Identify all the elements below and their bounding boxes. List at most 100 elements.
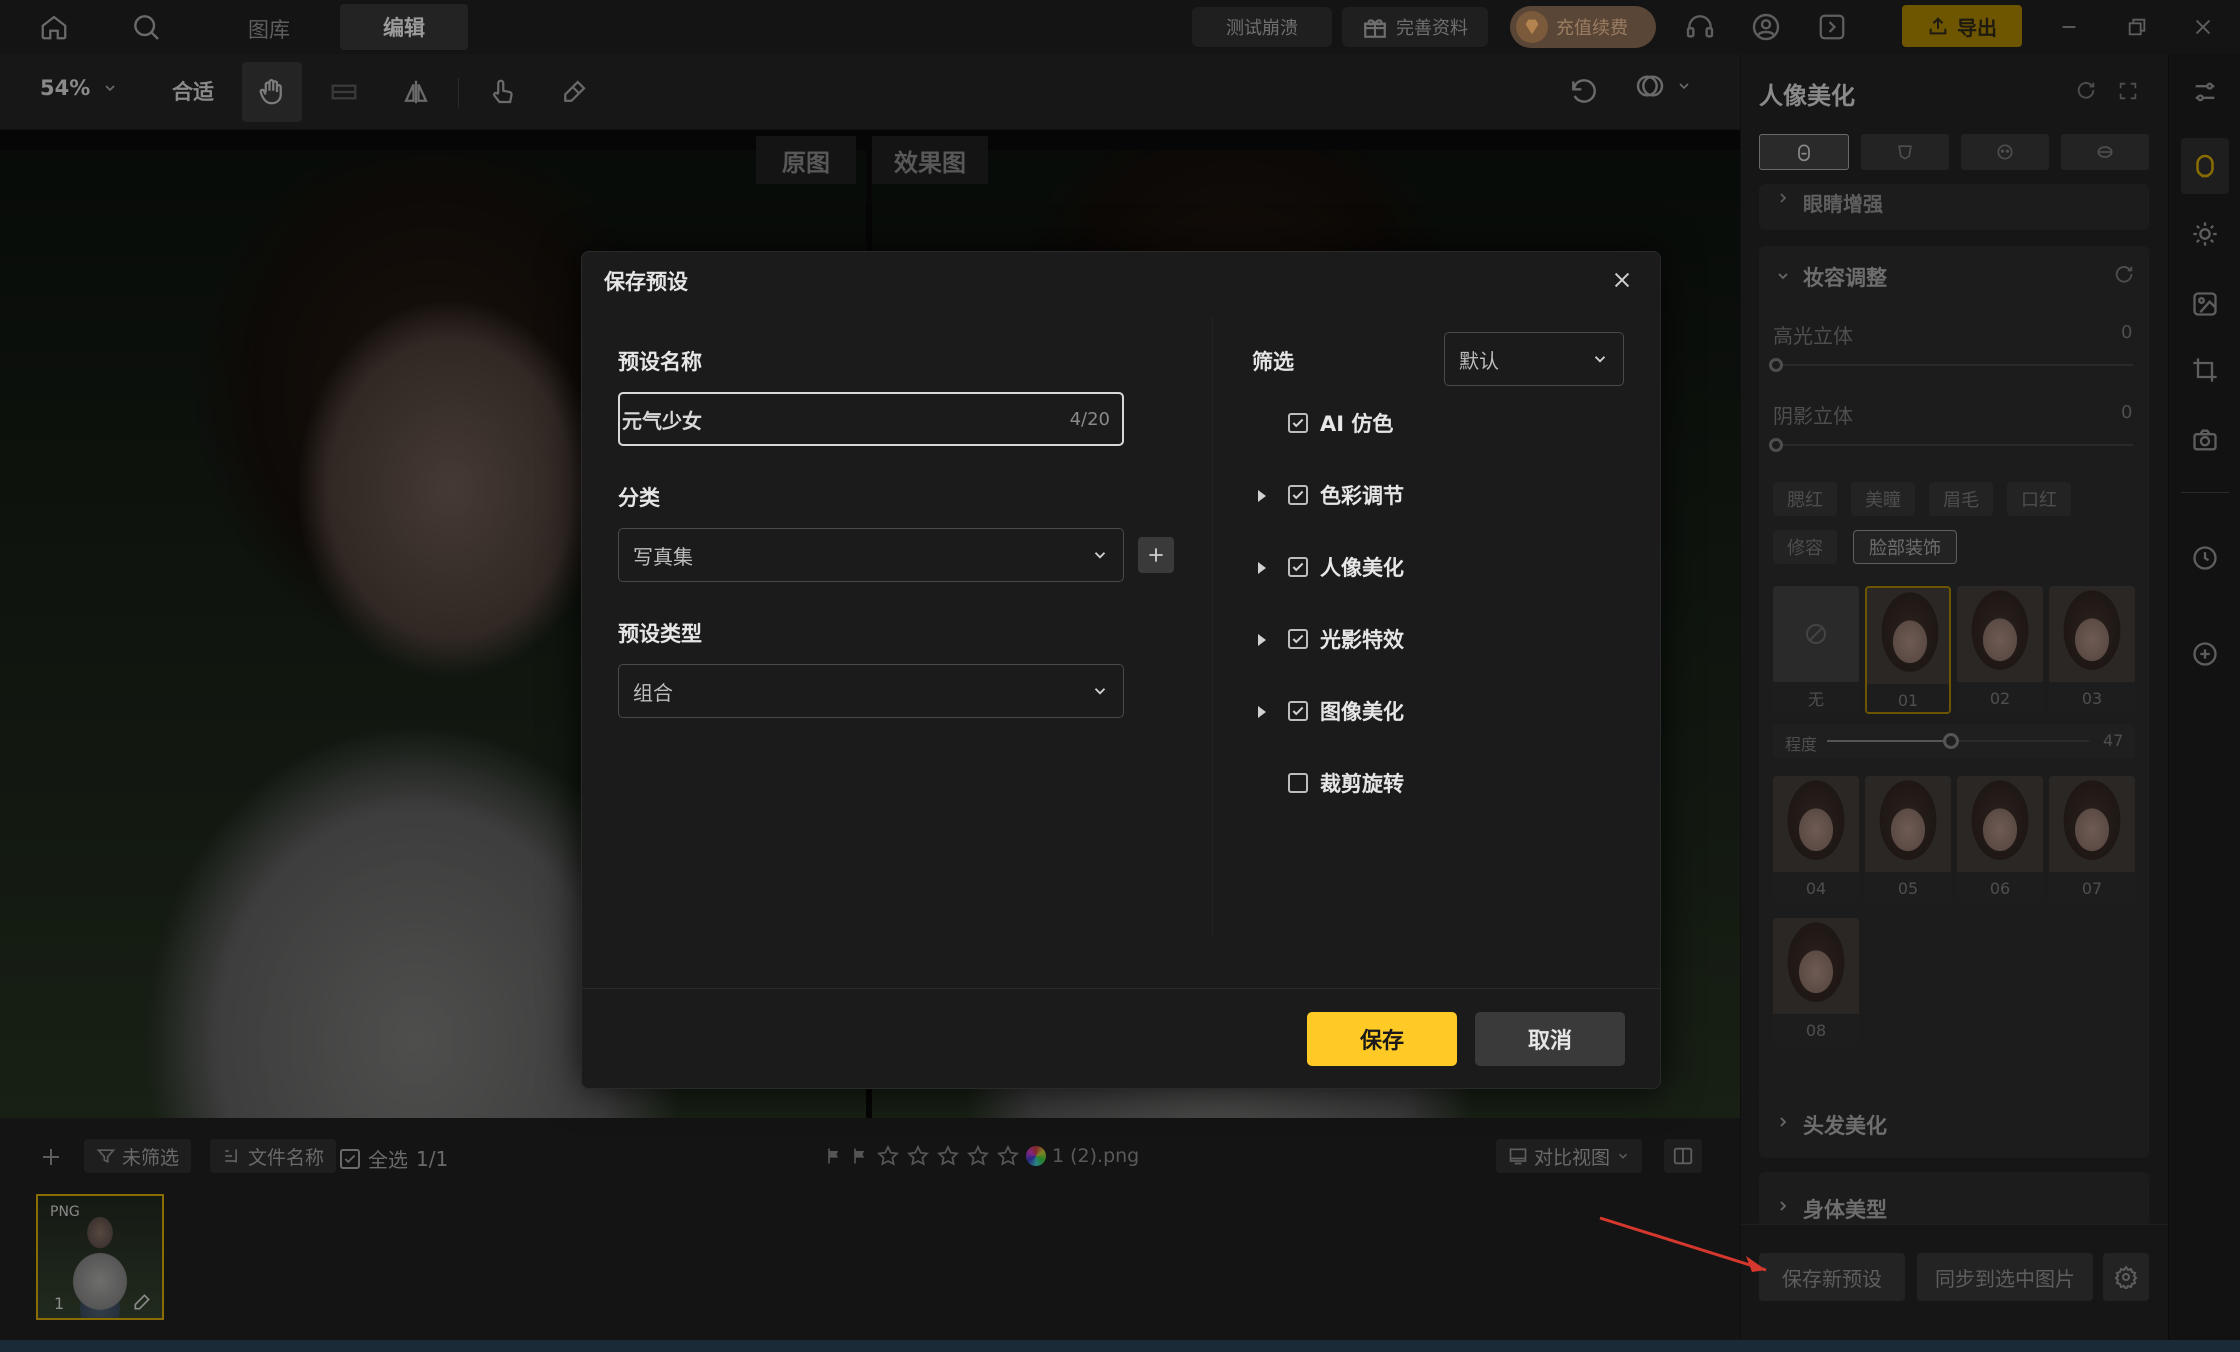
- option-image-beauty[interactable]: 图像美化: [1288, 696, 1404, 726]
- logout-icon[interactable]: [1812, 8, 1852, 46]
- style-07[interactable]: 07: [2049, 776, 2135, 904]
- shadow-slider-handle[interactable]: [1769, 438, 1783, 452]
- star-icon[interactable]: [936, 1144, 960, 1168]
- save-new-preset-button[interactable]: 保存新预设: [1759, 1253, 1905, 1301]
- chevron-down-icon[interactable]: [1775, 268, 1791, 284]
- expand-arrow-icon[interactable]: [1258, 634, 1266, 646]
- select-all-checkbox[interactable]: 全选 1/1: [340, 1144, 448, 1173]
- option-ai-color[interactable]: AI 仿色: [1288, 408, 1393, 438]
- tab-library[interactable]: 图库: [248, 14, 290, 44]
- checkbox-unchecked-icon[interactable]: [1288, 773, 1308, 793]
- style-03[interactable]: 03: [2049, 586, 2135, 714]
- adjust-sliders-icon[interactable]: [2185, 72, 2225, 112]
- compare-toggle[interactable]: [1634, 70, 1692, 102]
- preset-name-input[interactable]: 元气少女 4/20: [618, 392, 1124, 446]
- filter-button[interactable]: 未筛选: [84, 1139, 192, 1173]
- flag-icon[interactable]: [824, 1146, 844, 1166]
- minimize-icon[interactable]: [2052, 8, 2086, 46]
- fit-button[interactable]: 合适: [172, 76, 214, 106]
- fullscreen-icon[interactable]: [2113, 76, 2143, 106]
- reset-icon[interactable]: [2113, 264, 2135, 286]
- hand-icon[interactable]: [242, 62, 302, 122]
- crop-icon[interactable]: [2185, 350, 2225, 390]
- face-icon[interactable]: [2181, 138, 2229, 194]
- sun-icon[interactable]: [2185, 214, 2225, 254]
- checkbox-icon[interactable]: [1288, 485, 1308, 505]
- chip-eyebrow[interactable]: 眉毛: [1929, 482, 1993, 516]
- undo-icon[interactable]: [1562, 70, 1606, 114]
- headset-icon[interactable]: [1680, 8, 1720, 46]
- straighten-icon[interactable]: [322, 70, 366, 114]
- complete-info-button[interactable]: 完善资料: [1342, 7, 1488, 47]
- chip-contact-lens[interactable]: 美瞳: [1851, 482, 1915, 516]
- style-04[interactable]: 04: [1773, 776, 1859, 904]
- image-edit-icon[interactable]: [2185, 284, 2225, 324]
- expand-arrow-icon[interactable]: [1258, 562, 1266, 574]
- tab-face-shape[interactable]: [1861, 134, 1949, 170]
- option-crop-rotate[interactable]: 裁剪旋转: [1288, 768, 1404, 798]
- style-02[interactable]: 02: [1957, 586, 2043, 714]
- checkbox-icon[interactable]: [1288, 701, 1308, 721]
- chip-face-decoration[interactable]: 脸部装饰: [1853, 530, 1957, 564]
- zoom-select[interactable]: 54%: [40, 76, 118, 100]
- home-icon[interactable]: [34, 10, 74, 44]
- style-05[interactable]: 05: [1865, 776, 1951, 904]
- history-icon[interactable]: [2185, 538, 2225, 578]
- close-icon[interactable]: [1602, 262, 1642, 298]
- add-circle-icon[interactable]: [2185, 634, 2225, 674]
- preset-type-select[interactable]: 组合: [618, 664, 1124, 718]
- settings-icon[interactable]: [2103, 1253, 2149, 1301]
- star-icon[interactable]: [876, 1144, 900, 1168]
- side-by-side-icon[interactable]: [1664, 1139, 1702, 1173]
- chip-blush[interactable]: 腮红: [1773, 482, 1837, 516]
- star-icon[interactable]: [996, 1144, 1020, 1168]
- checkbox-icon[interactable]: [1288, 629, 1308, 649]
- cancel-button[interactable]: 取消: [1475, 1012, 1625, 1066]
- window-close-icon[interactable]: [2186, 8, 2220, 46]
- save-button[interactable]: 保存: [1307, 1012, 1457, 1066]
- eraser-icon[interactable]: [552, 70, 596, 114]
- degree-slider-handle[interactable]: [1943, 733, 1959, 749]
- touch-icon[interactable]: [480, 70, 524, 114]
- chip-lipstick[interactable]: 口红: [2007, 482, 2071, 516]
- style-01[interactable]: 01: [1865, 586, 1951, 714]
- style-06[interactable]: 06: [1957, 776, 2043, 904]
- star-icon[interactable]: [906, 1144, 930, 1168]
- style-08[interactable]: 08: [1773, 918, 1859, 1046]
- flip-icon[interactable]: [394, 70, 438, 114]
- chip-contour[interactable]: 修容: [1773, 530, 1837, 564]
- color-wheel-icon[interactable]: [1026, 1146, 1046, 1166]
- filter-select[interactable]: 默认: [1444, 332, 1624, 386]
- plus-icon[interactable]: [34, 1140, 68, 1174]
- export-button[interactable]: 导出: [1902, 5, 2022, 47]
- test-crash-button[interactable]: 测试崩溃: [1192, 7, 1332, 47]
- checkbox-icon[interactable]: [1288, 413, 1308, 433]
- sync-to-selected-button[interactable]: 同步到选中图片: [1917, 1253, 2093, 1301]
- shadow-slider[interactable]: [1773, 444, 2133, 446]
- sort-button[interactable]: 文件名称: [210, 1139, 337, 1173]
- body-shape-section[interactable]: 身体美型: [1759, 1172, 2149, 1228]
- user-icon[interactable]: [1746, 8, 1786, 46]
- tab-makeup[interactable]: [2061, 134, 2149, 170]
- highlight-slider[interactable]: [1773, 364, 2133, 366]
- filmstrip-thumbnail[interactable]: PNG 1: [36, 1194, 164, 1320]
- option-color-adjust[interactable]: 色彩调节: [1288, 480, 1404, 510]
- tab-face-skin[interactable]: [1759, 134, 1849, 170]
- highlight-slider-handle[interactable]: [1769, 358, 1783, 372]
- add-category-button[interactable]: [1138, 537, 1174, 573]
- restore-icon[interactable]: [2120, 8, 2154, 46]
- hair-beauty-section[interactable]: 头发美化: [1759, 1088, 2149, 1158]
- expand-arrow-icon[interactable]: [1258, 490, 1266, 502]
- refresh-icon[interactable]: [2071, 76, 2101, 106]
- tab-edit[interactable]: 编辑: [340, 4, 468, 50]
- option-portrait-beauty[interactable]: 人像美化: [1288, 552, 1404, 582]
- checkbox-icon[interactable]: [1288, 557, 1308, 577]
- recharge-button[interactable]: 充值续费: [1510, 6, 1656, 48]
- search-icon[interactable]: [126, 10, 166, 44]
- flag-icon[interactable]: [850, 1146, 870, 1166]
- category-select[interactable]: 写真集: [618, 528, 1124, 582]
- star-icon[interactable]: [966, 1144, 990, 1168]
- compare-view-select[interactable]: 对比视图: [1496, 1139, 1643, 1173]
- style-none[interactable]: 无: [1773, 586, 1859, 714]
- eye-enhance-section[interactable]: 眼睛增强: [1759, 184, 2149, 230]
